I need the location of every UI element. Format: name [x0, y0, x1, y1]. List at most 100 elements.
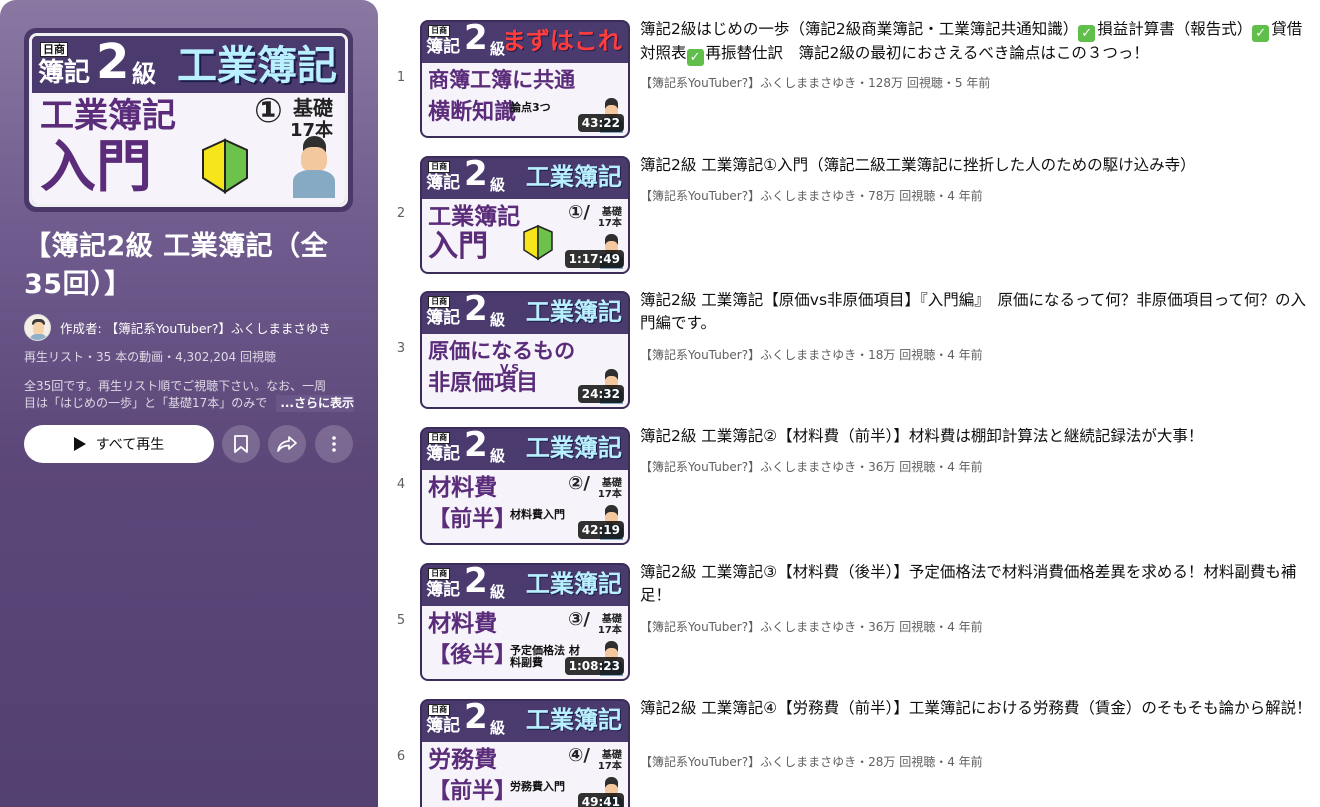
play-all-button[interactable]: すべて再生 [24, 425, 214, 463]
thumb-main-text: 材料費 [428, 475, 498, 501]
thumb-heading: 工業簿記 [525, 163, 622, 191]
video-channel[interactable]: 【簿記系YouTuber?】ふくしままさゆき [640, 76, 856, 90]
playlist-author-row[interactable]: 作成者: 【簿記系YouTuber?】ふくしままさゆき [24, 314, 331, 341]
video-title-text: 簿記2級はじめの一歩（簿記2級商業簿記・工業簿記共通知識） [640, 20, 1079, 38]
video-title-text: 簿記2級 工業簿記④【労務費（前半）】工業簿記における労務費（賃金）のそもそも論… [640, 699, 1312, 717]
playlist-video-list: 1 日商 簿記 2 級 まずはこれ 商簿工簿に共通 横断知識 論点3つ 43:2… [378, 0, 1320, 807]
video-duration: 42:19 [577, 521, 624, 539]
play-icon [73, 437, 86, 451]
video-meta: 【簿記系YouTuber?】ふくしままさゆき・36万 回視聴・4 年前 [640, 458, 983, 475]
thumb-lesson-number: ④/ [568, 745, 590, 766]
thumb-subtext: 材料費入門 [510, 508, 565, 521]
video-thumbnail[interactable]: 日商 簿記 2 級 工業簿記 材料費 【後半】 ③/ 基礎 17本 予定価格法 … [420, 563, 630, 681]
cover-subject: 工業簿記 [177, 43, 337, 89]
thumb-main-text: 材料費 [428, 611, 498, 637]
video-title-text: 簿記2級 工業簿記③【材料費（後半）】予定価格法で材料消費価格差異を求める！材料… [640, 563, 1297, 604]
playlist-title: 【簿記2級 工業簿記（全35回）】 [24, 231, 329, 300]
thumb-lesson-number: ③/ [568, 609, 590, 630]
video-views: 128万 回視聴 [868, 76, 943, 90]
video-channel[interactable]: 【簿記系YouTuber?】ふくしままさゆき [640, 620, 856, 634]
thumb-boki: 簿記 [426, 173, 461, 193]
video-title[interactable]: 簿記2級 工業簿記①入門（簿記二級工業簿記に挫折した人のための駆け込み寺） [640, 154, 1312, 177]
video-meta: 【簿記系YouTuber?】ふくしままさゆき・36万 回視聴・4 年前 [640, 618, 983, 635]
video-index: 1 [396, 70, 406, 85]
beginner-leaf-icon [202, 138, 248, 194]
video-title-text: 損益計算書（報告式） [1097, 20, 1253, 38]
author-avatar[interactable] [24, 314, 51, 341]
cover-art: 日商 簿記 2 級 工業簿記 工業簿記 入門 ① 基礎 17本 [29, 33, 348, 207]
video-views: 78万 回視聴 [868, 189, 936, 203]
thumb-heading: 工業簿記 [525, 434, 622, 462]
thumb-heading: 工業簿記 [525, 298, 622, 326]
playlist-description[interactable]: 全35回です。再生リスト順でご視聴下さい。なお、一周 目は「はじめの一歩」と「基… [24, 378, 354, 412]
video-title[interactable]: 簿記2級 工業簿記【原価vs非原価項目】『入門編』 原価になるって何？非原価項目… [640, 289, 1312, 335]
thumbnail-art: 日商 簿記 2 級 工業簿記 労務費 【前半】 ④/ 基礎 17本 労務費入門 [422, 701, 628, 807]
video-thumbnail[interactable]: 日商 簿記 2 級 まずはこれ 商簿工簿に共通 横断知識 論点3つ 43:22 [420, 20, 630, 138]
video-row[interactable]: 1 日商 簿記 2 級 まずはこれ 商簿工簿に共通 横断知識 論点3つ 43:2… [378, 0, 1320, 138]
thumb-grade-number: 2 [464, 427, 488, 465]
show-more-link[interactable]: ...さらに表示 [276, 395, 354, 412]
video-row[interactable]: 3 日商 簿記 2 級 工業簿記 原価になるもの 非原価項目 V.S. 24:3… [378, 271, 1320, 409]
thumb-grade-number: 2 [464, 699, 488, 737]
description-line-1: 全35回です。再生リスト順でご視聴下さい。なお、一周 [24, 379, 327, 393]
meta-separator: ・ [856, 189, 869, 203]
thumb-grade-number: 2 [464, 291, 488, 329]
checkmark-icon: ✓ [1078, 25, 1096, 42]
video-channel[interactable]: 【簿記系YouTuber?】ふくしままさゆき [640, 348, 856, 362]
video-thumbnail[interactable]: 日商 簿記 2 級 工業簿記 材料費 【前半】 ②/ 基礎 17本 材料費入門 … [420, 427, 630, 545]
bookmark-icon [234, 435, 248, 453]
cover-title-line: 工業簿記 [40, 96, 176, 136]
video-row[interactable]: 5 日商 簿記 2 級 工業簿記 材料費 【後半】 ③/ 基礎 17本 予定価格… [378, 543, 1320, 681]
save-playlist-button[interactable] [222, 425, 260, 463]
cover-character-illustration [291, 136, 337, 198]
more-actions-button[interactable] [315, 425, 353, 463]
video-title[interactable]: 簿記2級 工業簿記②【材料費（前半）】材料費は棚卸計算法と継続記録法が大事！ [640, 425, 1312, 448]
cover-boki: 簿記 [38, 58, 91, 88]
video-duration: 49:41 [577, 793, 624, 807]
play-all-label: すべて再生 [95, 437, 165, 453]
video-channel[interactable]: 【簿記系YouTuber?】ふくしままさゆき [640, 189, 856, 203]
beginner-leaf-icon [523, 224, 553, 261]
video-duration: 1:08:23 [564, 657, 624, 675]
thumb-grade-suffix: 級 [490, 176, 506, 194]
author-name[interactable]: 【簿記系YouTuber?】ふくしままさゆき [106, 318, 331, 337]
thumb-badge: 日商 [428, 296, 451, 309]
playlist-cover[interactable]: 日商 簿記 2 級 工業簿記 工業簿記 入門 ① 基礎 17本 [24, 28, 353, 212]
video-views: 36万 回視聴 [868, 620, 936, 634]
thumb-subtext: V.S. [500, 362, 524, 375]
thumb-boki: 簿記 [426, 308, 461, 328]
meta-separator: ・ [856, 755, 869, 769]
video-title[interactable]: 簿記2級はじめの一歩（簿記2級商業簿記・工業簿記共通知識） ✓ 損益計算書（報告式）… [640, 18, 1312, 66]
video-views: 18万 回視聴 [868, 348, 936, 362]
video-channel[interactable]: 【簿記系YouTuber?】ふくしままさゆき [640, 755, 856, 769]
meta-separator: ・ [935, 348, 948, 362]
video-index: 5 [396, 613, 406, 628]
video-channel[interactable]: 【簿記系YouTuber?】ふくしままさゆき [640, 460, 856, 474]
cover-lesson: ① [254, 91, 283, 131]
thumb-main-text: 工業簿記 [428, 204, 521, 230]
thumb-subtext: 労務費入門 [510, 780, 565, 793]
thumb-boki: 簿記 [426, 716, 461, 736]
video-row[interactable]: 4 日商 簿記 2 級 工業簿記 材料費 【前半】 ②/ 基礎 17本 材料費入… [378, 407, 1320, 545]
meta-separator: ・ [856, 348, 869, 362]
video-row[interactable]: 6 日商 簿記 2 級 工業簿記 労務費 【前半】 ④/ 基礎 17本 労務費入… [378, 679, 1320, 807]
video-row[interactable]: 2 日商 簿記 2 級 工業簿記 工業簿記 入門 ①/ 基礎 17本 1:17:… [378, 136, 1320, 274]
thumb-grade-number: 2 [464, 20, 488, 58]
share-button[interactable] [268, 425, 306, 463]
video-duration: 1:17:49 [564, 250, 624, 268]
thumb-secondary-text: 【後半】 [428, 643, 517, 668]
thumb-badge: 日商 [428, 432, 451, 445]
checkmark-icon: ✓ [1252, 25, 1270, 42]
cover-grade-suffix: 級 [132, 60, 156, 88]
thumb-boki: 簿記 [426, 580, 461, 600]
thumb-lesson-number: ①/ [568, 202, 590, 223]
meta-separator: ・ [856, 76, 869, 90]
video-title[interactable]: 簿記2級 工業簿記④【労務費（前半）】工業簿記における労務費（賃金）のそもそも論… [640, 697, 1312, 720]
thumb-grade-suffix: 級 [490, 447, 506, 465]
video-thumbnail[interactable]: 日商 簿記 2 級 工業簿記 工業簿記 入門 ①/ 基礎 17本 1:17:49 [420, 156, 630, 274]
video-thumbnail[interactable]: 日商 簿記 2 級 工業簿記 労務費 【前半】 ④/ 基礎 17本 労務費入門 … [420, 699, 630, 807]
video-thumbnail[interactable]: 日商 簿記 2 級 工業簿記 原価になるもの 非原価項目 V.S. 24:32 [420, 291, 630, 409]
video-title[interactable]: 簿記2級 工業簿記③【材料費（後半）】予定価格法で材料消費価格差異を求める！材料… [640, 561, 1312, 607]
video-duration: 43:22 [577, 114, 624, 132]
checkmark-icon: ✓ [686, 49, 704, 66]
